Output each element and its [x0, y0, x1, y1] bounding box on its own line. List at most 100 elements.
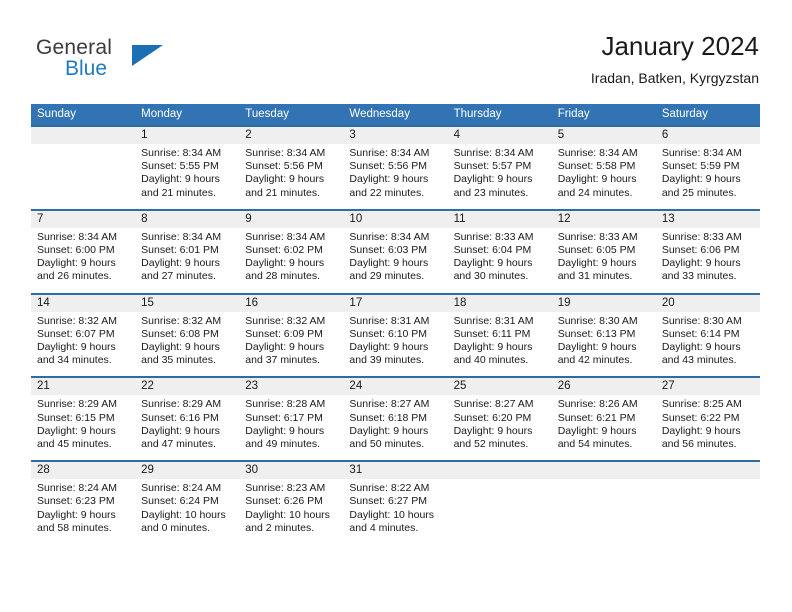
sunrise-text: Sunrise: 8:34 AM: [557, 147, 638, 159]
weekday-header-row: Sunday Monday Tuesday Wednesday Thursday…: [31, 104, 760, 125]
day-number: 29: [135, 462, 240, 480]
day-number: 16: [239, 294, 344, 312]
day-details: Sunrise: 8:28 AM Sunset: 6:17 PM Dayligh…: [239, 395, 343, 451]
daylight-text-line1: Daylight: 9 hours: [661, 173, 741, 186]
daylight-text-line1: Daylight: 10 hours: [245, 508, 330, 521]
sunrise-text: Sunrise: 8:33 AM: [453, 230, 534, 243]
sunrise-text: Sunrise: 8:32 AM: [245, 314, 326, 327]
sunset-text: Sunset: 6:07 PM: [37, 327, 115, 340]
sunrise-text: Sunrise: 8:29 AM: [141, 398, 222, 411]
day-number: 18: [447, 294, 552, 312]
calendar-grid: Sunday Monday Tuesday Wednesday Thursday…: [31, 104, 760, 545]
day-cell[interactable]: 13 Sunrise: 8:33 AM Sunset: 6:06 PM Dayl…: [655, 210, 760, 293]
daylight-text-line2: and 27 minutes.: [141, 270, 216, 283]
daylight-text-line1: Daylight: 9 hours: [349, 257, 429, 270]
day-cell[interactable]: 20 Sunrise: 8:30 AM Sunset: 6:14 PM Dayl…: [655, 294, 760, 377]
day-number: 19: [551, 294, 656, 312]
day-details: Sunrise: 8:34 AM Sunset: 5:58 PM Dayligh…: [552, 144, 656, 200]
day-cell[interactable]: 30 Sunrise: 8:23 AM Sunset: 6:26 PM Dayl…: [239, 462, 344, 545]
day-cell[interactable]: 5 Sunrise: 8:34 AM Sunset: 5:58 PM Dayli…: [551, 127, 656, 209]
day-cell[interactable]: 6 Sunrise: 8:34 AM Sunset: 5:59 PM Dayli…: [655, 127, 760, 209]
sunrise-text: Sunrise: 8:34 AM: [37, 230, 117, 243]
day-cell[interactable]: 29 Sunrise: 8:24 AM Sunset: 6:24 PM Dayl…: [135, 462, 240, 545]
day-cell[interactable]: 17 Sunrise: 8:31 AM Sunset: 6:10 PM Dayl…: [343, 294, 448, 377]
day-number: 6: [655, 127, 760, 144]
day-cell[interactable]: 11 Sunrise: 8:33 AM Sunset: 6:04 PM Dayl…: [447, 210, 552, 293]
day-cell[interactable]: 7 Sunrise: 8:34 AM Sunset: 6:00 PM Dayli…: [31, 210, 136, 293]
week-row: 14 Sunrise: 8:32 AM Sunset: 6:07 PM Dayl…: [31, 292, 760, 377]
day-cell[interactable]: 3 Sunrise: 8:34 AM Sunset: 5:56 PM Dayli…: [343, 127, 448, 209]
day-cell[interactable]: [447, 462, 552, 545]
daylight-text-line1: Daylight: 9 hours: [349, 341, 429, 354]
sunrise-text: Sunrise: 8:24 AM: [37, 482, 117, 495]
day-cell[interactable]: 25 Sunrise: 8:27 AM Sunset: 6:20 PM Dayl…: [447, 378, 552, 461]
day-details: Sunrise: 8:32 AM Sunset: 6:07 PM Dayligh…: [31, 312, 135, 368]
day-cell[interactable]: 19 Sunrise: 8:30 AM Sunset: 6:13 PM Dayl…: [551, 294, 656, 377]
day-cell[interactable]: [31, 127, 136, 209]
daylight-text-line1: Daylight: 10 hours: [141, 508, 226, 521]
sunrise-text: Sunrise: 8:34 AM: [141, 147, 222, 159]
sunrise-text: Sunrise: 8:34 AM: [245, 230, 326, 243]
sunset-text: Sunset: 6:04 PM: [453, 244, 532, 257]
day-cell[interactable]: [551, 462, 656, 545]
daylight-text-line1: Daylight: 9 hours: [349, 173, 429, 186]
sunset-text: Sunset: 6:21 PM: [557, 411, 636, 424]
daylight-text-line1: Daylight: 9 hours: [37, 424, 116, 437]
day-cell[interactable]: 22 Sunrise: 8:29 AM Sunset: 6:16 PM Dayl…: [135, 378, 240, 461]
day-number: 26: [551, 378, 656, 396]
sunrise-text: Sunrise: 8:34 AM: [349, 147, 430, 159]
day-number: 20: [655, 294, 760, 312]
daylight-text-line2: and 49 minutes.: [245, 438, 320, 451]
day-number: 31: [343, 462, 448, 480]
daylight-text-line2: and 28 minutes.: [245, 270, 320, 283]
sunset-text: Sunset: 6:23 PM: [37, 495, 115, 508]
sunrise-text: Sunrise: 8:27 AM: [453, 398, 534, 411]
day-cell[interactable]: 10 Sunrise: 8:34 AM Sunset: 6:03 PM Dayl…: [343, 210, 448, 293]
daylight-text-line2: and 23 minutes.: [453, 186, 529, 199]
sunset-text: Sunset: 6:26 PM: [245, 495, 323, 508]
day-cell[interactable]: 2 Sunrise: 8:34 AM Sunset: 5:56 PM Dayli…: [239, 127, 344, 209]
day-details: Sunrise: 8:34 AM Sunset: 6:00 PM Dayligh…: [31, 228, 135, 284]
day-cell[interactable]: 16 Sunrise: 8:32 AM Sunset: 6:09 PM Dayl…: [239, 294, 344, 377]
sunrise-text: Sunrise: 8:29 AM: [37, 398, 117, 411]
day-details: Sunrise: 8:25 AM Sunset: 6:22 PM Dayligh…: [656, 395, 760, 451]
day-cell[interactable]: 18 Sunrise: 8:31 AM Sunset: 6:11 PM Dayl…: [447, 294, 552, 377]
daylight-text-line1: Daylight: 9 hours: [141, 424, 220, 437]
day-details: Sunrise: 8:34 AM Sunset: 5:59 PM Dayligh…: [656, 144, 760, 200]
daylight-text-line1: Daylight: 9 hours: [557, 173, 637, 186]
sunrise-text: Sunrise: 8:33 AM: [661, 230, 742, 243]
day-number: 4: [447, 127, 552, 144]
day-number: 7: [31, 210, 136, 228]
day-cell[interactable]: 12 Sunrise: 8:33 AM Sunset: 6:05 PM Dayl…: [551, 210, 656, 293]
day-number: [551, 462, 656, 480]
day-number: 9: [239, 210, 344, 228]
day-number: [447, 462, 552, 480]
day-cell[interactable]: 26 Sunrise: 8:26 AM Sunset: 6:21 PM Dayl…: [551, 378, 656, 461]
day-cell[interactable]: 24 Sunrise: 8:27 AM Sunset: 6:18 PM Dayl…: [343, 378, 448, 461]
day-number: 11: [447, 210, 552, 228]
day-cell[interactable]: [655, 462, 760, 545]
day-number: 14: [31, 294, 136, 312]
day-cell[interactable]: 28 Sunrise: 8:24 AM Sunset: 6:23 PM Dayl…: [31, 462, 136, 545]
day-details: Sunrise: 8:27 AM Sunset: 6:18 PM Dayligh…: [343, 395, 447, 451]
daylight-text-line2: and 34 minutes.: [37, 354, 112, 367]
sunset-text: Sunset: 5:59 PM: [661, 160, 740, 173]
day-details: Sunrise: 8:34 AM Sunset: 5:56 PM Dayligh…: [343, 144, 447, 200]
day-number: 24: [343, 378, 448, 396]
day-cell[interactable]: 8 Sunrise: 8:34 AM Sunset: 6:01 PM Dayli…: [135, 210, 240, 293]
daylight-text-line1: Daylight: 9 hours: [349, 424, 429, 437]
day-cell[interactable]: 27 Sunrise: 8:25 AM Sunset: 6:22 PM Dayl…: [655, 378, 760, 461]
daylight-text-line1: Daylight: 9 hours: [141, 341, 220, 354]
day-cell[interactable]: 21 Sunrise: 8:29 AM Sunset: 6:15 PM Dayl…: [31, 378, 136, 461]
day-cell[interactable]: 15 Sunrise: 8:32 AM Sunset: 6:08 PM Dayl…: [135, 294, 240, 377]
sunrise-text: Sunrise: 8:22 AM: [349, 482, 430, 495]
day-cell[interactable]: 23 Sunrise: 8:28 AM Sunset: 6:17 PM Dayl…: [239, 378, 344, 461]
sunset-text: Sunset: 6:00 PM: [37, 244, 115, 257]
sunset-text: Sunset: 6:09 PM: [245, 327, 323, 340]
day-cell[interactable]: 31 Sunrise: 8:22 AM Sunset: 6:27 PM Dayl…: [343, 462, 448, 545]
day-cell[interactable]: 4 Sunrise: 8:34 AM Sunset: 5:57 PM Dayli…: [447, 127, 552, 209]
sunset-text: Sunset: 6:14 PM: [661, 327, 740, 340]
day-cell[interactable]: 1 Sunrise: 8:34 AM Sunset: 5:55 PM Dayli…: [135, 127, 240, 209]
day-cell[interactable]: 9 Sunrise: 8:34 AM Sunset: 6:02 PM Dayli…: [239, 210, 344, 293]
day-cell[interactable]: 14 Sunrise: 8:32 AM Sunset: 6:07 PM Dayl…: [31, 294, 136, 377]
